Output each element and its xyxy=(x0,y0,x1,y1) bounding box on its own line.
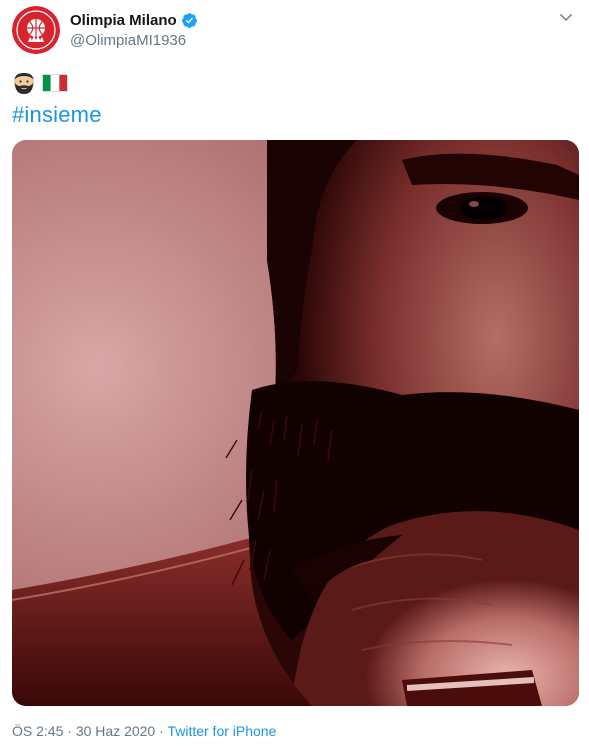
tweet-source-link[interactable]: Twitter for iPhone xyxy=(167,723,276,739)
bearded-player-photo-icon xyxy=(12,140,579,706)
account-names: Olimpia Milano @OlimpiaMI1936 xyxy=(70,11,198,49)
tweet-photo[interactable] xyxy=(12,140,579,706)
tweet-header: Olimpia Milano @OlimpiaMI1936 xyxy=(12,6,577,54)
bearded-man-emoji-icon xyxy=(14,73,34,94)
hashtag-link[interactable]: #insieme xyxy=(12,102,102,128)
account-handle[interactable]: @OlimpiaMI1936 xyxy=(70,32,198,49)
chevron-down-icon[interactable] xyxy=(557,8,575,26)
avatar[interactable] xyxy=(12,6,60,54)
meta-separator: · xyxy=(159,723,164,739)
italy-flag-emoji-icon xyxy=(42,74,68,92)
olimpia-milano-logo-icon xyxy=(12,6,60,54)
meta-separator: · xyxy=(67,723,72,739)
tweet-time[interactable]: ÖS 2:45 xyxy=(12,723,63,739)
tweet-meta: ÖS 2:45 · 30 Haz 2020 · Twitter for iPho… xyxy=(12,723,276,739)
tweet-date[interactable]: 30 Haz 2020 xyxy=(76,723,155,739)
tweet-emojis xyxy=(12,70,68,96)
display-name[interactable]: Olimpia Milano xyxy=(70,12,177,29)
display-name-row: Olimpia Milano xyxy=(70,11,198,30)
tweet-card: Olimpia Milano @OlimpiaMI1936 #insieme Ö… xyxy=(0,0,589,752)
verified-badge-icon xyxy=(181,13,197,28)
